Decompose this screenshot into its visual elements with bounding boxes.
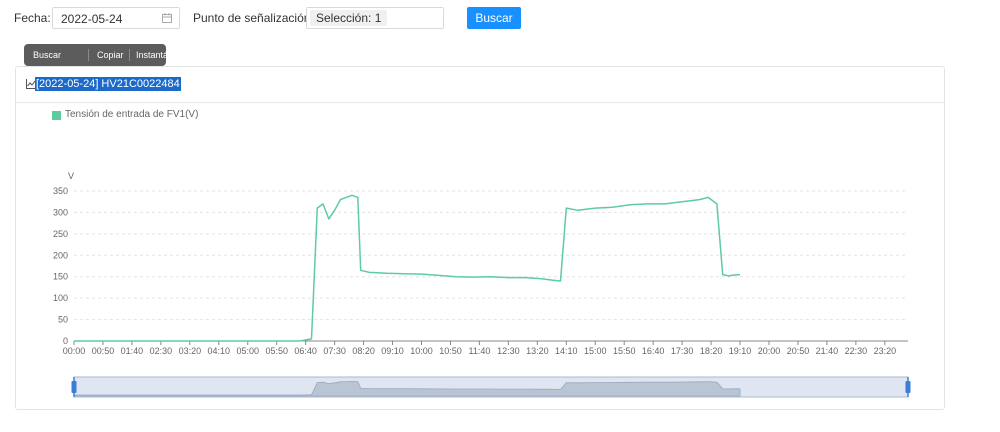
x-tick-label: 06:40 [294, 346, 317, 356]
x-tick-label: 05:50 [265, 346, 288, 356]
x-tick-label: 09:10 [381, 346, 404, 356]
x-tick-label: 04:10 [208, 346, 231, 356]
x-tick-label: 23:20 [874, 346, 897, 356]
x-tick-label: 21:40 [816, 346, 839, 356]
x-tick-label: 18:20 [700, 346, 723, 356]
x-tick-label: 07:30 [323, 346, 346, 356]
x-tick-label: 19:10 [729, 346, 752, 356]
voltage-chart: V 050100150200250300350 00:00 00:50 01:40 0… [53, 171, 911, 398]
x-tick-label: 14:10 [555, 346, 578, 356]
x-tick-label: 10:50 [439, 346, 462, 356]
y-tick-label: 250 [53, 229, 68, 239]
x-tick-label: 02:30 [150, 346, 173, 356]
x-tick-label: 13:20 [526, 346, 549, 356]
y-axis-unit: V [68, 171, 74, 181]
x-tick-label: 20:00 [758, 346, 781, 356]
x-tick-label: 12:30 [497, 346, 520, 356]
y-tick-label: 350 [53, 186, 68, 196]
x-tick-label: 03:20 [179, 346, 202, 356]
x-axis: 00:00 00:50 01:40 02:30 03:20 04:10 05:00 05:50… [63, 340, 908, 356]
x-tick-label: 20:50 [787, 346, 810, 356]
y-tick-label: 300 [53, 207, 68, 217]
x-tick-label: 11:40 [468, 346, 490, 356]
x-tick-label: 05:00 [236, 346, 259, 356]
x-tick-label: 17:30 [671, 346, 694, 356]
y-tick-label: 200 [53, 250, 68, 260]
x-tick-label: 01:40 [121, 346, 144, 356]
y-tick-label: 150 [53, 272, 68, 282]
x-tick-label: 10:00 [410, 346, 433, 356]
grid-lines [74, 190, 908, 321]
zoom-handle [905, 381, 911, 393]
x-tick-label: 22:30 [845, 346, 868, 356]
y-tick-label: 0 [63, 336, 68, 346]
zoom-handle [71, 381, 77, 393]
data-zoom-slider[interactable] [71, 376, 911, 398]
x-tick-label: 00:00 [63, 346, 86, 356]
x-tick-label: 08:20 [352, 346, 375, 356]
x-tick-label: 15:00 [584, 346, 607, 356]
x-tick-label: 15:50 [613, 346, 636, 356]
x-tick-label: 16:40 [642, 346, 665, 356]
y-tick-label: 50 [58, 315, 68, 325]
y-axis-ticks: 0 50 100 150 200 250 300 350 [53, 186, 68, 346]
x-tick-label: 00:50 [92, 346, 115, 356]
y-tick-label: 100 [53, 293, 68, 303]
